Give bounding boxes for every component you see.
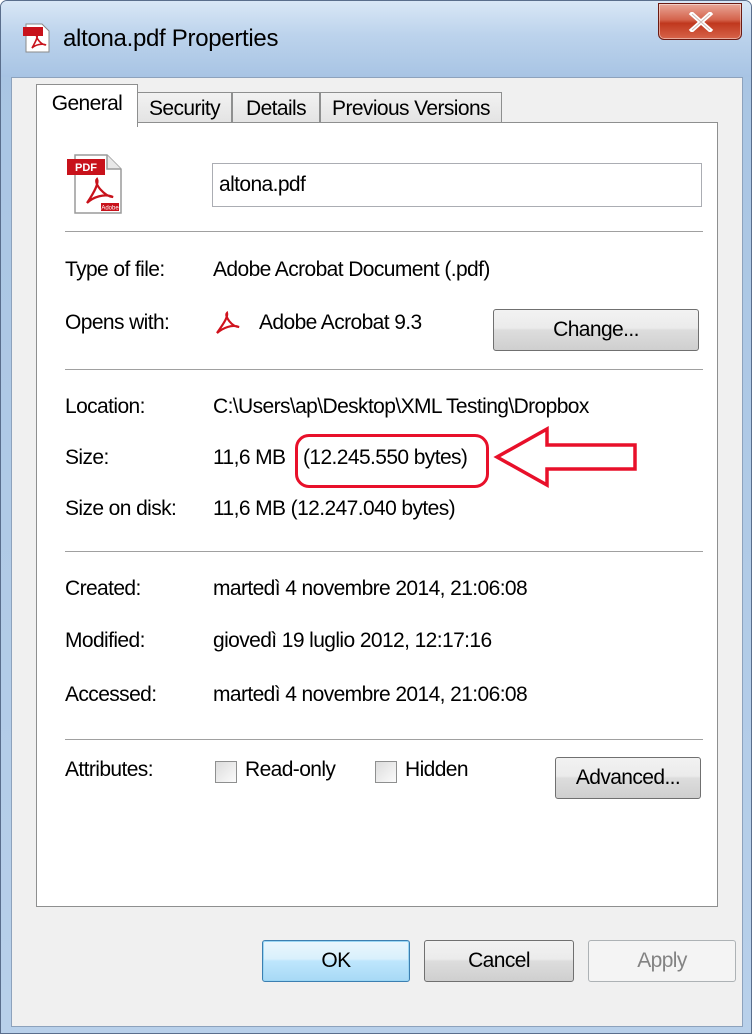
close-icon: [688, 12, 714, 32]
separator: [65, 369, 703, 370]
tab-previous-versions[interactable]: Previous Versions: [320, 92, 502, 125]
filename-input[interactable]: [212, 163, 702, 207]
svg-text:PDF: PDF: [75, 162, 97, 174]
created-value: martedì 4 novembre 2014, 21:06:08: [213, 577, 528, 600]
opens-with-label: Opens with:: [65, 311, 170, 334]
readonly-checkbox[interactable]: [215, 761, 237, 783]
window-title: altona.pdf Properties: [63, 25, 279, 52]
acrobat-icon: [215, 310, 241, 340]
tab-details[interactable]: Details: [232, 92, 320, 125]
annotation-highlight-ellipse: [295, 434, 489, 488]
general-panel: PDF Adobe Type of file: Adobe Acrobat Do…: [36, 122, 718, 907]
annotation-arrow-left-icon: [489, 423, 639, 496]
accessed-value: martedì 4 novembre 2014, 21:06:08: [213, 683, 528, 706]
tab-security[interactable]: Security: [137, 92, 232, 125]
separator: [65, 551, 703, 552]
svg-text:Adobe: Adobe: [101, 206, 119, 212]
title-bar[interactable]: altona.pdf Properties: [1, 1, 751, 77]
tab-general[interactable]: General: [36, 84, 138, 127]
apply-button[interactable]: Apply: [588, 940, 736, 982]
location-label: Location:: [65, 395, 145, 418]
close-button[interactable]: [658, 3, 742, 40]
attributes-label: Attributes:: [65, 758, 154, 781]
type-value: Adobe Acrobat Document (.pdf): [213, 258, 490, 281]
separator: [65, 231, 703, 232]
hidden-label: Hidden: [405, 758, 469, 781]
size-on-disk-label: Size on disk:: [65, 497, 177, 520]
size-label: Size:: [65, 446, 109, 469]
size-on-disk-value: 11,6 MB (12.247.040 bytes): [213, 497, 456, 520]
type-label: Type of file:: [65, 258, 165, 281]
hidden-checkbox[interactable]: [375, 761, 397, 783]
location-value: C:\Users\ap\Desktop\XML Testing\Dropbox: [213, 395, 589, 418]
advanced-button[interactable]: Advanced...: [555, 757, 701, 799]
change-button[interactable]: Change...: [493, 309, 699, 351]
cancel-button[interactable]: Cancel: [424, 940, 574, 982]
pdf-file-icon: [23, 23, 51, 53]
readonly-label: Read-only: [245, 758, 336, 781]
created-label: Created:: [65, 577, 141, 600]
size-value-mb: 11,6 MB: [213, 446, 286, 469]
modified-label: Modified:: [65, 629, 145, 652]
accessed-label: Accessed:: [65, 683, 157, 706]
dialog-body: General Security Details Previous Versio…: [11, 77, 743, 1027]
modified-value: giovedì 19 luglio 2012, 12:17:16: [213, 629, 492, 652]
properties-window: altona.pdf Properties General Security D…: [0, 0, 752, 1034]
opens-with-value: Adobe Acrobat 9.3: [259, 311, 422, 334]
ok-button[interactable]: OK: [262, 940, 410, 982]
pdf-document-icon: PDF Adobe: [67, 153, 123, 220]
separator: [65, 739, 703, 740]
